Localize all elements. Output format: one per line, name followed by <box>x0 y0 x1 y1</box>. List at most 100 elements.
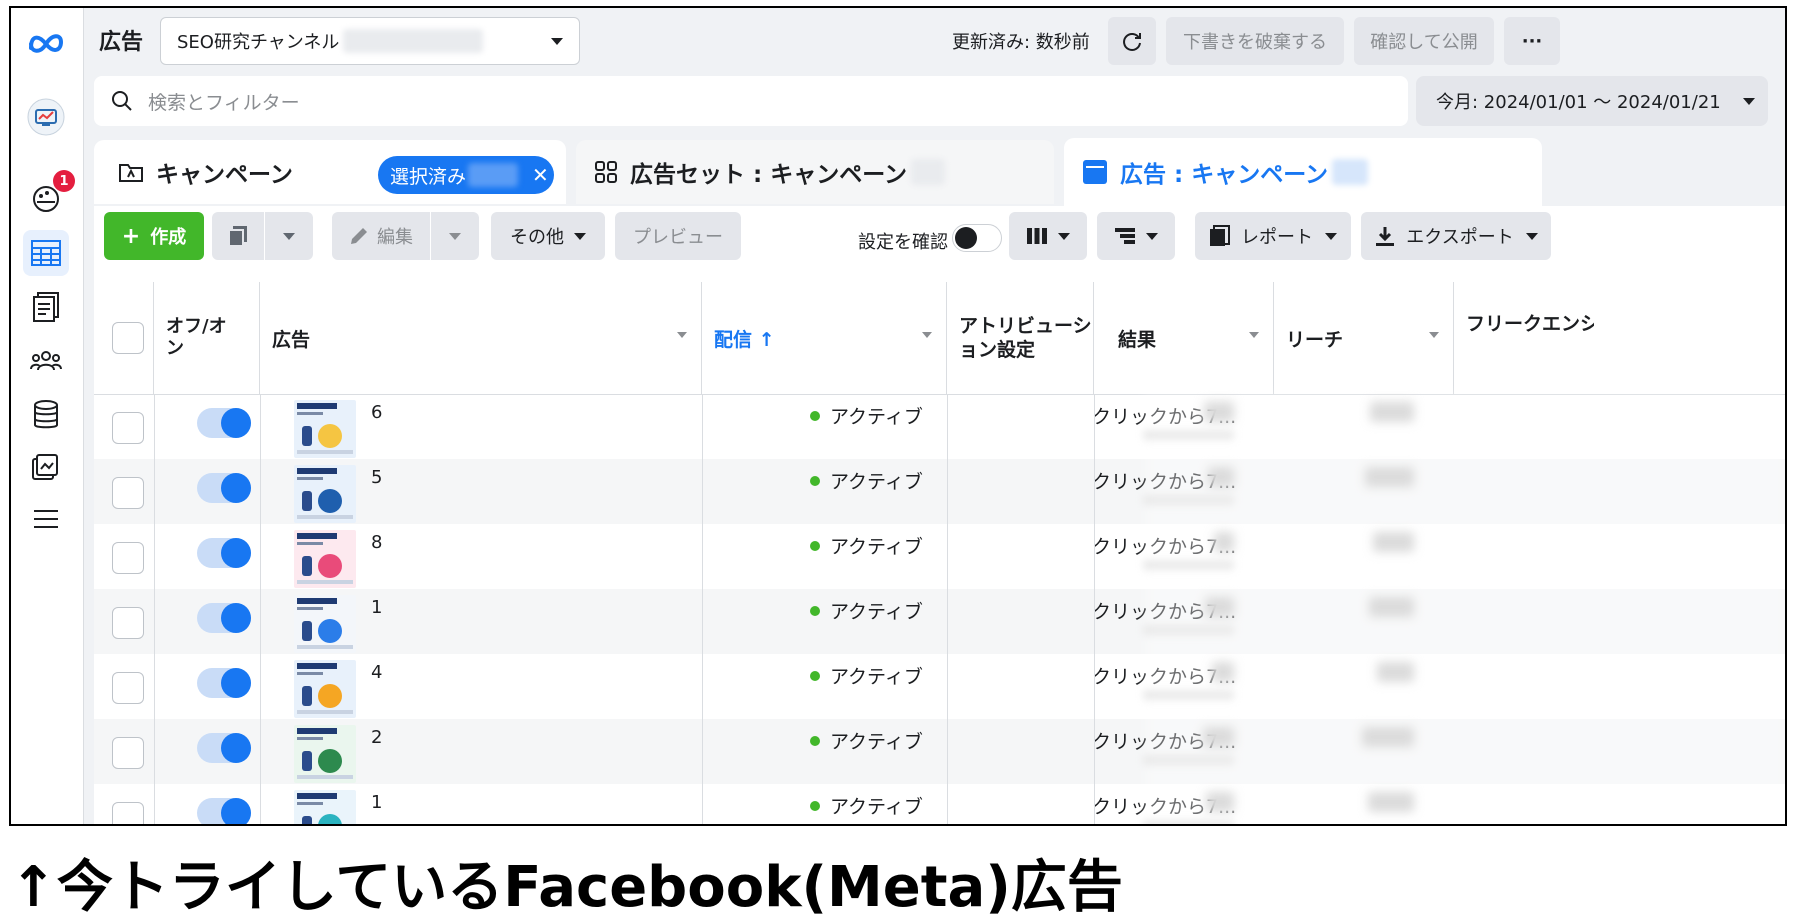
row-checkbox[interactable] <box>112 672 144 704</box>
columns-button[interactable] <box>1009 212 1087 260</box>
ad-creative-image <box>294 400 356 458</box>
delivery-status-label: アクティブ <box>830 471 923 493</box>
header-attribution[interactable]: アトリビューション設定 <box>947 282 1094 394</box>
other-actions-button[interactable]: その他 <box>491 212 605 260</box>
more-options-button[interactable]: ··· <box>1504 17 1560 65</box>
delivery-status-label: アクティブ <box>830 731 923 753</box>
header-reach[interactable]: リーチ <box>1274 282 1454 394</box>
caret-down-icon <box>1525 232 1538 240</box>
row-checkbox[interactable] <box>112 802 144 824</box>
ad-name[interactable]: 1 <box>371 597 382 618</box>
edit-button[interactable]: 編集 <box>332 212 430 260</box>
account-avatar-icon[interactable] <box>23 94 69 140</box>
ad-name[interactable]: 1 <box>371 792 382 813</box>
row-checkbox[interactable] <box>112 412 144 444</box>
report-button[interactable]: レポート <box>1195 212 1351 260</box>
header-delivery[interactable]: 配信 ↑ <box>702 282 947 394</box>
header-ad[interactable]: 広告 <box>260 282 702 394</box>
date-range-picker[interactable]: 今月: 2024/01/01 〜 2024/01/21 <box>1416 76 1768 126</box>
account-id-redacted <box>343 29 484 53</box>
ad-onoff-toggle[interactable] <box>197 733 251 763</box>
active-dot-icon <box>810 605 820 616</box>
create-button[interactable]: + 作成 <box>104 212 204 260</box>
header-results[interactable]: 結果 <box>1094 282 1274 394</box>
reports-icon[interactable] <box>23 284 69 330</box>
duplicate-button[interactable] <box>212 212 264 260</box>
ad-name[interactable]: 6 <box>371 402 382 423</box>
active-dot-icon <box>810 410 820 421</box>
toggle-knob <box>221 473 251 503</box>
ad-onoff-toggle[interactable] <box>197 668 251 698</box>
ad-thumbnail[interactable] <box>294 530 356 588</box>
media-library-icon[interactable] <box>23 444 69 490</box>
ad-name[interactable]: 2 <box>371 727 382 748</box>
active-dot-icon <box>810 475 820 486</box>
top-bar: 広告 SEO研究チャンネル 更新済み: 数秒前 下書きを破棄する 確認して公開 … <box>84 8 1785 74</box>
account-selector[interactable]: SEO研究チャンネル <box>160 17 580 65</box>
audiences-icon[interactable] <box>23 338 69 384</box>
delivery-status: アクティブ <box>810 402 923 429</box>
preview-button[interactable]: プレビュー <box>615 212 741 260</box>
ad-name[interactable]: 8 <box>371 532 382 553</box>
ad-onoff-toggle[interactable] <box>197 538 251 568</box>
confirm-settings-label: 設定を確認 <box>858 232 948 253</box>
ads-manager-table-icon[interactable] <box>23 230 69 276</box>
sort-caret-icon <box>1429 332 1439 338</box>
search-input[interactable]: 検索とフィルター <box>148 88 300 115</box>
caret-down-icon <box>574 232 586 240</box>
active-dot-icon <box>810 800 820 811</box>
row-checkbox[interactable] <box>112 477 144 509</box>
confirm-settings-toggle[interactable] <box>952 224 1002 252</box>
row-checkbox[interactable] <box>112 607 144 639</box>
ad-onoff-toggle[interactable] <box>197 603 251 633</box>
chevron-down-icon <box>551 37 563 45</box>
ad-thumbnail[interactable] <box>294 790 356 824</box>
menu-icon[interactable] <box>23 496 69 542</box>
ad-name[interactable]: 5 <box>371 467 382 488</box>
ads-name-redacted <box>1332 159 1369 185</box>
table-toolbar: + 作成 編集 その他 プレビュー 設定を確認 レポート エクスポート <box>94 206 1785 283</box>
ad-onoff-toggle[interactable] <box>197 408 251 438</box>
close-icon[interactable]: ✕ <box>532 163 549 187</box>
ad-thumbnail[interactable] <box>294 595 356 653</box>
edit-label: 編集 <box>377 227 413 248</box>
export-button[interactable]: エクスポート <box>1361 212 1551 260</box>
edit-dropdown[interactable] <box>431 212 479 260</box>
tab-adset[interactable]: 広告セット : キャンペーン <box>576 140 1054 204</box>
header-select-cell <box>94 282 154 394</box>
selected-filter-pill[interactable]: 選択済み ✕ <box>378 156 554 194</box>
select-all-checkbox[interactable] <box>112 322 144 354</box>
header-onoff[interactable]: オフ/オン <box>154 282 260 394</box>
refresh-button[interactable] <box>1108 17 1156 65</box>
toggle-knob <box>221 538 251 568</box>
tab-ads[interactable]: 広告 : キャンペーン <box>1064 138 1542 206</box>
search-filter-bar[interactable]: 検索とフィルター <box>94 76 1408 126</box>
ad-thumbnail[interactable] <box>294 400 356 458</box>
ad-thumbnail[interactable] <box>294 660 356 718</box>
billing-icon[interactable] <box>23 392 69 438</box>
header-frequency[interactable]: フリークエンシー <box>1454 282 1594 394</box>
row-checkbox[interactable] <box>112 542 144 574</box>
ad-name[interactable]: 4 <box>371 662 382 683</box>
ad-creative-image <box>294 595 356 653</box>
duplicate-dropdown[interactable] <box>265 212 313 260</box>
ad-onoff-toggle[interactable] <box>197 798 251 824</box>
date-range-label: 今月: 2024/01/01 〜 2024/01/21 <box>1436 92 1721 113</box>
chevron-down-icon <box>1742 97 1755 105</box>
delivery-status-label: アクティブ <box>830 666 923 688</box>
review-publish-button[interactable]: 確認して公開 <box>1354 17 1494 65</box>
discard-draft-button[interactable]: 下書きを破棄する <box>1166 17 1344 65</box>
tab-campaign-label: キャンペーン <box>156 162 293 188</box>
meta-logo-icon[interactable] <box>23 20 69 66</box>
ad-thumbnail[interactable] <box>294 465 356 523</box>
caret-down-icon <box>1325 232 1337 240</box>
pencil-icon <box>351 228 367 244</box>
ad-onoff-toggle[interactable] <box>197 473 251 503</box>
ad-thumbnail[interactable] <box>294 725 356 783</box>
breakdown-button[interactable] <box>1097 212 1175 260</box>
header-ad-label: 広告 <box>272 328 311 351</box>
row-checkbox[interactable] <box>112 737 144 769</box>
export-label: エクスポート <box>1406 227 1514 248</box>
notifications-icon[interactable]: 1 <box>23 170 75 222</box>
report-icon <box>1210 225 1230 246</box>
